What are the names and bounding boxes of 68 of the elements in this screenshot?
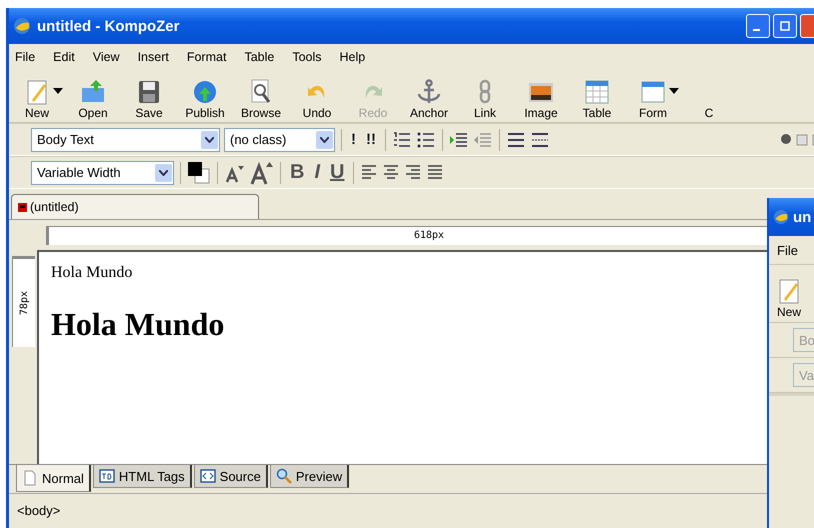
align-icon[interactable] — [382, 164, 400, 182]
numbered-list-icon[interactable] — [392, 130, 412, 148]
menu-item[interactable]: View — [84, 50, 129, 64]
bullet-list-icon[interactable] — [416, 130, 436, 148]
maximize-button[interactable] — [773, 14, 797, 38]
page-icon — [22, 470, 38, 486]
larger-font-icon[interactable] — [250, 160, 274, 184]
toolbar-button[interactable]: Form — [625, 78, 681, 120]
toolbar-button[interactable]: New — [769, 277, 809, 319]
emphasis-button[interactable]: !! — [363, 131, 379, 148]
emphasis-button[interactable]: ! — [348, 131, 359, 148]
text-color-swatch[interactable] — [187, 160, 211, 184]
heading: Hola Mundo — [51, 306, 224, 343]
dropdown-arrow-icon[interactable] — [53, 88, 63, 94]
minimize-button[interactable] — [746, 14, 770, 38]
toolbar-button[interactable]: Open — [65, 78, 121, 120]
window-title: untitled - KompoZer — [37, 18, 180, 34]
view-tab[interactable]: Preview — [270, 465, 350, 488]
window-title: un — [793, 208, 812, 226]
menu-item[interactable]: Tools — [283, 50, 331, 64]
align-icon[interactable] — [404, 164, 422, 182]
align-icon[interactable] — [360, 164, 378, 182]
globe-icon — [13, 17, 31, 35]
toolbar-button[interactable]: Image — [513, 78, 569, 120]
view-tab[interactable]: Source — [194, 465, 268, 488]
toolbar-button[interactable]: Publish — [177, 78, 233, 120]
chevron-down-icon — [320, 136, 329, 142]
text-style-button[interactable]: I — [311, 161, 324, 184]
chevron-down-icon — [205, 136, 214, 142]
minimize-icon — [753, 29, 760, 31]
globe-icon — [773, 209, 789, 225]
text-style-button[interactable]: U — [327, 161, 348, 184]
align-icon[interactable] — [426, 164, 444, 182]
menu-item[interactable]: Insert — [128, 50, 178, 64]
class-dropdown[interactable]: (no class) — [224, 128, 335, 152]
magnifier-icon — [276, 468, 292, 484]
code-icon — [200, 468, 216, 484]
view-tab[interactable]: Normal — [16, 465, 91, 492]
view-tab[interactable]: HTML Tags — [92, 465, 192, 488]
document-tab[interactable]: (untitled) — [11, 194, 259, 219]
menu-item[interactable]: Table — [235, 50, 284, 64]
toolbar-button[interactable]: Table — [569, 78, 625, 120]
toolbar-button[interactable]: Undo — [289, 78, 345, 120]
status-bar-text: <body> — [17, 502, 60, 518]
menu-item[interactable]: Help — [330, 50, 374, 64]
menu-item[interactable]: File — [9, 50, 44, 64]
menu-item[interactable]: Format — [178, 50, 236, 64]
dropdown-arrow-icon[interactable] — [669, 88, 679, 94]
font-dropdown[interactable]: Variable Width — [31, 160, 174, 184]
toolbar-button[interactable]: Link — [457, 78, 513, 120]
toolbar-button[interactable]: New — [9, 78, 65, 120]
chevron-down-icon — [159, 170, 168, 176]
toolbar-button[interactable]: Anchor — [401, 78, 457, 120]
horizontal-rule-icon[interactable] — [530, 130, 550, 148]
text-style-button[interactable]: B — [287, 161, 308, 184]
document-status-icon — [18, 202, 27, 212]
paragraph-format-dropdown[interactable]: Body Text — [31, 128, 220, 152]
menu-item[interactable]: File — [777, 242, 798, 258]
toolbar-button[interactable]: C — [681, 78, 737, 120]
vertical-ruler: 78px — [12, 256, 35, 347]
indent-icon[interactable] — [449, 130, 469, 148]
maximize-icon — [780, 21, 790, 31]
td-tag-icon — [98, 468, 115, 484]
horizontal-rule-icon[interactable] — [506, 130, 526, 148]
menu-item[interactable]: Edit — [44, 50, 84, 64]
toolbar-button[interactable]: Save — [121, 78, 177, 120]
paragraph: Hola Mundo — [51, 264, 132, 282]
toolbar-button[interactable]: Browse — [233, 78, 289, 120]
